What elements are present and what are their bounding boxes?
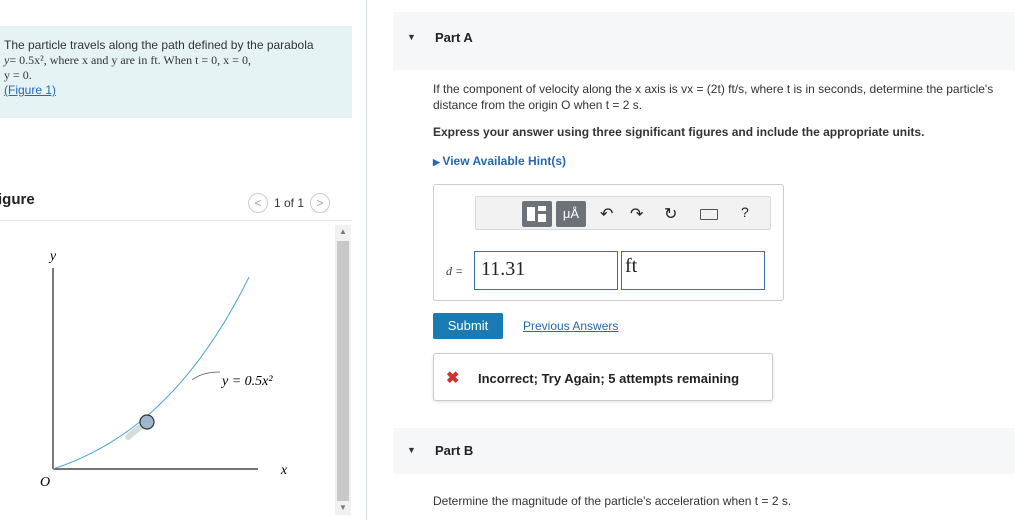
part-a-question: If the component of velocity along the x…	[433, 82, 994, 112]
problem-eq1-rhs: = 0.5x², where x and y are in ft. When t…	[9, 53, 251, 67]
scroll-thumb[interactable]	[337, 241, 349, 501]
curve-label-leader	[191, 371, 221, 381]
problem-eq2: y = 0.	[4, 68, 32, 82]
part-a-label: Part A	[435, 30, 473, 45]
axis-y-label: y	[48, 249, 57, 264]
figure-pager: < 1 of 1 >	[248, 193, 331, 213]
figure-next-button[interactable]: >	[310, 193, 331, 213]
redo-icon[interactable]: ↷	[630, 204, 643, 224]
panel-divider	[366, 0, 367, 520]
keyboard-icon[interactable]	[700, 209, 718, 220]
answer-box: μÅ ↶ ↷ ↻ ? d = 11.31 ft	[433, 184, 784, 301]
part-b-header[interactable]: ▼ Part B	[393, 428, 1015, 474]
template-icon[interactable]	[522, 201, 552, 227]
part-a-instruction: Express your answer using three signific…	[433, 125, 925, 139]
hints-triangle-icon: ▶	[433, 157, 443, 167]
feedback-text: Incorrect; Try Again; 5 attempts remaini…	[478, 371, 740, 386]
problem-line1: The particle travels along the path defi…	[4, 38, 314, 52]
collapse-triangle-icon: ▼	[407, 445, 416, 455]
collapse-triangle-icon: ▼	[407, 32, 416, 42]
help-icon[interactable]: ?	[741, 204, 749, 220]
scroll-up-arrow-icon[interactable]: ▲	[335, 225, 351, 239]
feedback-box: ✖ Incorrect; Try Again; 5 attempts remai…	[433, 353, 773, 401]
reset-icon[interactable]: ↻	[664, 204, 677, 224]
problem-statement: The particle travels along the path defi…	[0, 26, 352, 118]
incorrect-x-icon: ✖	[446, 370, 460, 387]
part-a-header[interactable]: ▼ Part A	[393, 12, 1015, 70]
axis-x-label: x	[280, 463, 288, 478]
parabola-curve	[52, 276, 250, 470]
figure-prev-button[interactable]: <	[248, 193, 268, 213]
answer-value-field[interactable]: 11.31	[474, 251, 618, 290]
submit-button[interactable]: Submit	[433, 313, 503, 339]
figure-page-indicator: 1 of 1	[274, 196, 305, 210]
undo-icon[interactable]: ↶	[600, 204, 613, 224]
math-toolbar: μÅ ↶ ↷ ↻ ?	[475, 196, 771, 230]
previous-answers-link[interactable]: Previous Answers	[523, 319, 618, 333]
problem-line2: y= 0.5x², where x and y are in ft. When …	[4, 53, 348, 68]
figure-divider	[0, 220, 352, 221]
variable-label: d =	[446, 264, 464, 278]
particle	[139, 414, 155, 430]
parabola-figure: y x O y = 0.5x²	[40, 249, 288, 490]
figure-title: igure	[0, 191, 35, 208]
part-b-label: Part B	[435, 443, 474, 458]
view-hints-label: View Available Hint(s)	[442, 154, 567, 168]
part-b-question: Determine the magnitude of the particle'…	[433, 494, 792, 508]
figure-scrollbar[interactable]: ▲ ▼	[335, 225, 351, 515]
scroll-down-arrow-icon[interactable]: ▼	[335, 501, 351, 515]
answer-units-field[interactable]: ft	[621, 251, 765, 290]
origin-label: O	[40, 475, 50, 490]
figure-link[interactable]: (Figure 1)	[4, 83, 56, 97]
units-mu-button[interactable]: μÅ	[556, 201, 586, 227]
curve-label: y = 0.5x²	[220, 374, 273, 389]
view-hints-link[interactable]: ▶ View Available Hint(s)	[433, 154, 566, 168]
